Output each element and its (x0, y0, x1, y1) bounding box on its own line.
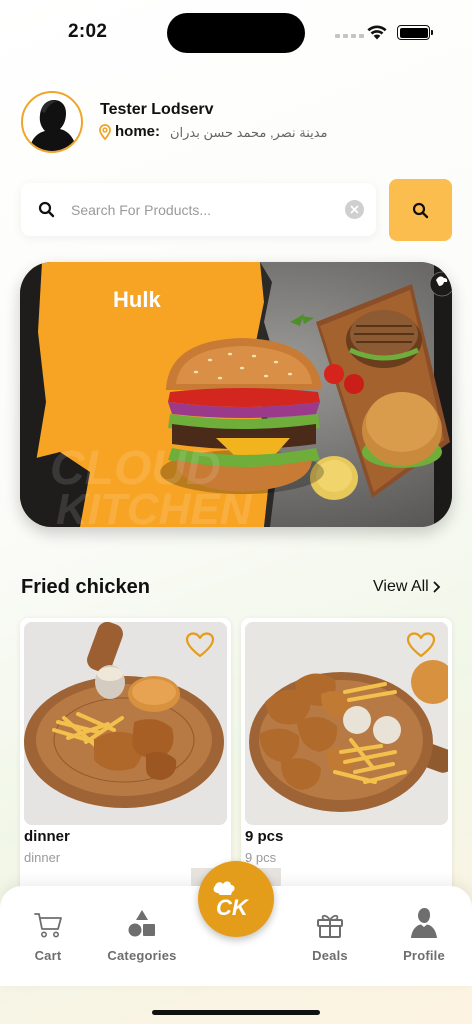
nav-item-profile[interactable]: Profile (379, 886, 469, 986)
view-all-link[interactable]: View All (373, 578, 441, 596)
home-logo-button[interactable]: CK (198, 861, 274, 937)
heart-icon[interactable] (185, 632, 215, 658)
product-title: 9 pcs (245, 828, 284, 845)
search-icon (38, 201, 55, 218)
search-icon (412, 202, 429, 218)
search-input[interactable] (71, 198, 331, 222)
ck-logo-icon: CK (213, 881, 250, 919)
product-title: dinner (24, 828, 70, 845)
promo-banner[interactable]: CLOUD KITCHEN Hulk (20, 262, 452, 527)
nav-item-categories[interactable]: Categories (97, 886, 187, 986)
signal-icon (335, 34, 364, 38)
address-text[interactable]: مدينة نصر, محمد حسن بدران (170, 125, 328, 141)
person-icon (411, 908, 437, 938)
battery-icon (397, 25, 433, 40)
status-bar: 2:02 (0, 0, 472, 62)
product-card[interactable]: 9 pcs 9 pcs (241, 618, 452, 898)
dynamic-island (167, 13, 305, 53)
heart-icon[interactable] (406, 632, 436, 658)
product-card[interactable]: dinner dinner (20, 618, 231, 898)
nav-item-deals[interactable]: Deals (285, 886, 375, 986)
center-logo-text: CK (216, 895, 250, 919)
search-button[interactable] (389, 179, 452, 241)
nav-label-deals: Deals (312, 948, 348, 963)
gift-icon (317, 914, 343, 938)
product-subtitle: dinner (24, 850, 61, 865)
wifi-icon (367, 25, 387, 40)
view-all-label: View All (373, 578, 429, 595)
nav-label-profile: Profile (403, 948, 445, 963)
home-indicator (152, 1010, 320, 1015)
cart-icon (34, 913, 62, 938)
close-icon (350, 205, 359, 214)
search-bar[interactable] (21, 183, 376, 236)
product-image (245, 622, 448, 825)
nav-item-cart[interactable]: Cart (3, 886, 93, 986)
user-name: Tester Lodserv (100, 101, 214, 118)
chevron-right-icon (433, 581, 441, 593)
nav-label-cart: Cart (34, 948, 62, 963)
address-label: home: (115, 123, 160, 140)
banner-title: Hulk (113, 287, 161, 312)
section-title: Fried chicken (21, 576, 150, 598)
banner-watermark-kitchen: KITCHEN (56, 485, 253, 527)
banner-artwork: CLOUD KITCHEN (20, 262, 452, 527)
status-time: 2:02 (68, 21, 108, 42)
product-image (24, 622, 227, 825)
clear-search-button[interactable] (345, 200, 364, 219)
avatar[interactable] (21, 91, 83, 153)
nav-label-categories: Categories (107, 948, 177, 963)
location-pin-icon (99, 124, 111, 140)
categories-icon (128, 910, 155, 937)
